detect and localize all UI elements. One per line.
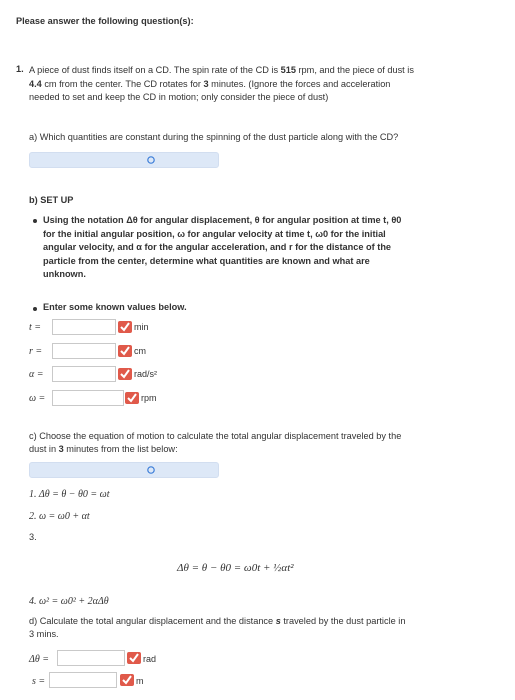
part-b-enter-values: Enter some known values below. — [43, 302, 187, 312]
alpha-input[interactable] — [52, 366, 116, 382]
alpha-label: α = — [29, 369, 44, 380]
part-b-instructions: Using the notation Δθ for angular displa… — [43, 215, 402, 279]
delta-theta-unit: rad — [143, 654, 157, 664]
chevron-down-icon — [147, 156, 155, 164]
equation-3: Δθ = θ − θ0 = ω0t + ½αt² — [177, 562, 294, 574]
s-unit: m — [136, 676, 144, 686]
check-icon — [120, 674, 134, 686]
t-unit: min — [134, 322, 149, 332]
part-a-dropdown[interactable] — [29, 152, 219, 168]
r-input[interactable] — [52, 343, 116, 359]
check-icon — [127, 652, 141, 664]
omega-label: ω = — [29, 393, 46, 404]
s-input[interactable] — [49, 672, 117, 688]
check-icon — [118, 368, 132, 380]
s-label: s = — [32, 676, 46, 687]
bullet-dot — [33, 219, 37, 223]
part-c-prompt-line2: dust in 3 minutes from the list below: — [29, 444, 178, 454]
part-b-heading: b) SET UP — [29, 195, 74, 205]
omega-input[interactable] — [52, 390, 124, 406]
r-label: r = — [29, 346, 43, 357]
equation-4: 4. ω² = ω0² + 2αΔθ — [29, 596, 109, 607]
t-input[interactable] — [52, 319, 116, 335]
distance-value: 4.4 — [29, 78, 42, 89]
chevron-down-icon — [147, 466, 155, 474]
omega-unit: rpm — [141, 393, 157, 403]
part-d-prompt-line1: d) Calculate the total angular displacem… — [29, 616, 406, 626]
check-icon — [118, 321, 132, 333]
equation-1: 1. Δθ = θ − θ0 = ωt — [29, 489, 110, 500]
part-c-dropdown[interactable] — [29, 462, 219, 478]
alpha-unit: rad/s² — [134, 369, 158, 379]
t-label: t = — [29, 322, 42, 333]
page-heading: Please answer the following question(s): — [16, 16, 194, 26]
r-unit: cm — [134, 346, 146, 356]
spin-rate-value: 515 — [280, 65, 296, 75]
delta-theta-label: Δθ = — [29, 654, 50, 665]
bullet-dot — [33, 307, 37, 311]
question-text: A piece of dust finds itself on a CD. Th… — [29, 65, 414, 102]
delta-theta-input[interactable] — [57, 650, 125, 666]
check-icon — [118, 345, 132, 357]
question-number: 1. — [16, 64, 24, 74]
part-d-prompt-line2: 3 mins. — [29, 629, 59, 639]
part-c-prompt-line1: c) Choose the equation of motion to calc… — [29, 431, 402, 441]
check-icon — [125, 392, 139, 404]
part-a-prompt: a) Which quantities are constant during … — [29, 132, 399, 142]
equation-2: 2. ω = ω0 + αt — [29, 511, 90, 522]
equation-3-number: 3. — [29, 532, 37, 542]
